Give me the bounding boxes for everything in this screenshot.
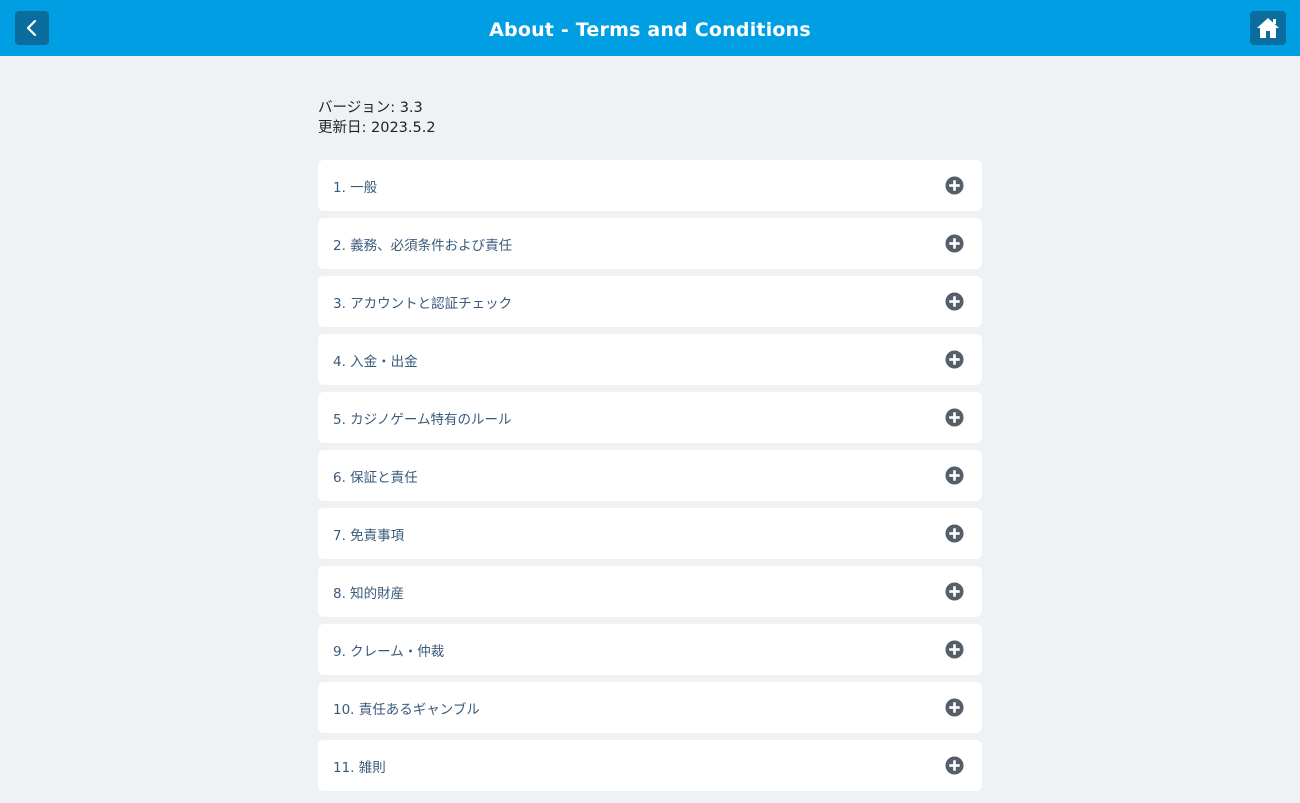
terms-meta: バージョン: 3.3 更新日: 2023.5.2 (318, 98, 982, 138)
page-title: About - Terms and Conditions (489, 19, 811, 41)
accordion-section-6[interactable]: 6. 保証と責任 (318, 450, 982, 501)
accordion-section-8[interactable]: 8. 知的財産 (318, 566, 982, 617)
expand-plus-icon[interactable] (945, 292, 964, 311)
section-title: 7. 免責事項 (333, 527, 405, 544)
expand-plus-icon[interactable] (945, 350, 964, 369)
section-title: 2. 義務、必須条件および責任 (333, 237, 513, 254)
expand-plus-icon[interactable] (945, 640, 964, 659)
accordion-section-7[interactable]: 7. 免責事項 (318, 508, 982, 559)
accordion-section-5[interactable]: 5. カジノゲーム特有のルール (318, 392, 982, 443)
top-bar: About - Terms and Conditions (0, 0, 1300, 56)
accordion-section-9[interactable]: 9. クレーム・仲裁 (318, 624, 982, 675)
expand-plus-icon[interactable] (945, 698, 964, 717)
expand-plus-icon[interactable] (945, 582, 964, 601)
accordion-section-2[interactable]: 2. 義務、必須条件および責任 (318, 218, 982, 269)
section-title: 5. カジノゲーム特有のルール (333, 411, 512, 428)
expand-plus-icon[interactable] (945, 408, 964, 427)
accordion-section-3[interactable]: 3. アカウントと認証チェック (318, 276, 982, 327)
section-title: 10. 責任あるギャンブル (333, 701, 480, 718)
section-title: 1. 一般 (333, 179, 378, 196)
accordion-section-10[interactable]: 10. 責任あるギャンブル (318, 682, 982, 733)
section-title: 9. クレーム・仲裁 (333, 643, 445, 660)
expand-plus-icon[interactable] (945, 234, 964, 253)
accordion-section-4[interactable]: 4. 入金・出金 (318, 334, 982, 385)
expand-plus-icon[interactable] (945, 466, 964, 485)
section-title: 4. 入金・出金 (333, 353, 418, 370)
section-title: 8. 知的財産 (333, 585, 405, 602)
expand-plus-icon[interactable] (945, 524, 964, 543)
version-text: バージョン: 3.3 (318, 100, 423, 116)
section-title: 11. 雑則 (333, 759, 386, 776)
section-title: 6. 保証と責任 (333, 469, 418, 486)
updated-date-text: 更新日: 2023.5.2 (318, 120, 436, 136)
accordion-section-1[interactable]: 1. 一般 (318, 160, 982, 211)
home-icon (1257, 18, 1279, 38)
home-button[interactable] (1250, 11, 1286, 45)
accordion-section-11[interactable]: 11. 雑則 (318, 740, 982, 791)
section-title: 3. アカウントと認証チェック (333, 295, 513, 312)
expand-plus-icon[interactable] (945, 176, 964, 195)
expand-plus-icon[interactable] (945, 756, 964, 775)
terms-section-list: 1. 一般 2. 義務、必須条件および責任 3. アカウントと認証チェック 4. 入金… (318, 160, 982, 798)
